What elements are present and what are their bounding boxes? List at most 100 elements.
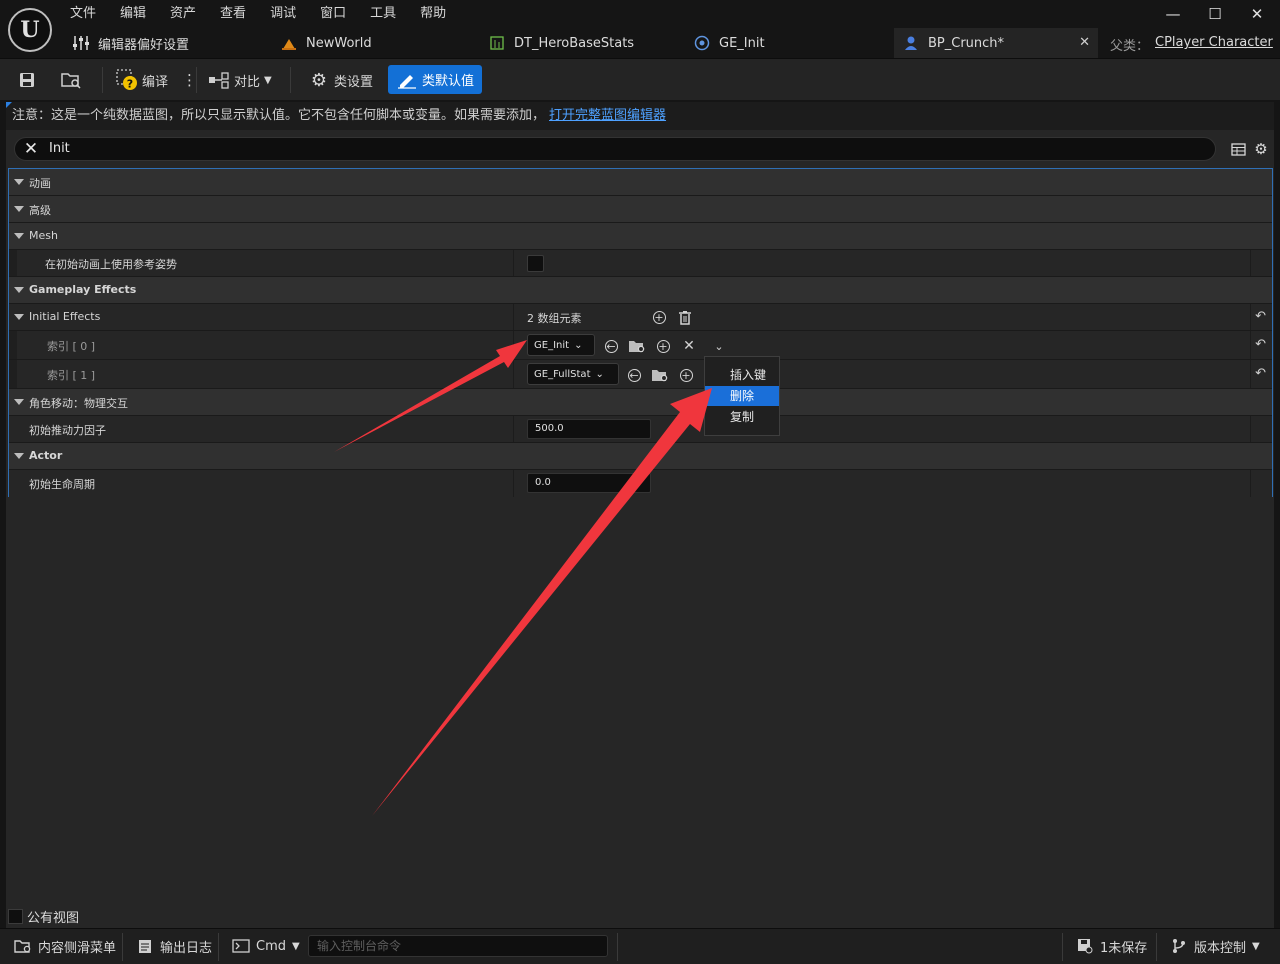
status-divider	[218, 933, 219, 961]
tab-datatable[interactable]: DT_HeroBaseStats	[488, 28, 634, 58]
tab-label: GE_Init	[719, 35, 765, 51]
character-blueprint-icon	[902, 34, 920, 52]
tab-editor-preferences[interactable]: 编辑器偏好设置	[72, 28, 189, 58]
category-character-movement[interactable]: 角色移动：物理交互	[9, 389, 1272, 416]
expand-arrow-icon	[14, 179, 24, 185]
unsaved-button[interactable]: 1未保存	[1074, 929, 1147, 963]
array-count: 2 数组元素	[527, 312, 582, 325]
category-animation[interactable]: 动画	[9, 169, 1272, 196]
more-options-icon[interactable]: ⋮	[182, 71, 197, 89]
datatable-icon	[488, 34, 506, 52]
asset-picker-ge-fullstat[interactable]: GE_FullStat ⌄	[527, 363, 619, 385]
source-control-button[interactable]: 版本控制 ▼	[1168, 929, 1260, 963]
maximize-button[interactable]: ☐	[1194, 0, 1236, 28]
browse-asset-icon[interactable]	[628, 337, 646, 355]
indent-bar	[9, 331, 17, 359]
content-drawer-button[interactable]: 内容侧滑菜单	[12, 929, 116, 963]
chevron-down-icon: ⌄	[595, 368, 604, 380]
parent-class-label: 父类：	[1110, 39, 1150, 54]
menu-tools[interactable]: 工具	[358, 0, 408, 28]
asset-picker-ge-init[interactable]: GE_Init ⌄	[527, 334, 595, 356]
tab-label: DT_HeroBaseStats	[514, 35, 635, 51]
unsaved-icon	[1074, 935, 1096, 957]
category-gameplay-effects[interactable]: Gameplay Effects	[9, 277, 1272, 304]
category-mesh[interactable]: Mesh	[9, 223, 1272, 250]
main-menu: 文件 编辑 资产 查看 调试 窗口 工具 帮助	[58, 0, 458, 28]
menu-debug[interactable]: 调试	[258, 0, 308, 28]
add-element-icon[interactable]: +	[677, 366, 695, 384]
ref-pose-checkbox[interactable]	[527, 255, 544, 272]
minimize-button[interactable]: —	[1152, 0, 1194, 28]
column-divider	[513, 416, 514, 442]
trash-icon[interactable]	[676, 308, 694, 326]
status-divider	[1156, 933, 1157, 961]
menu-window[interactable]: 窗口	[308, 0, 358, 28]
menu-item-delete[interactable]: 删除	[705, 386, 779, 406]
class-settings-label: 类设置	[334, 74, 374, 90]
index-label: 索引 [ 0 ]	[47, 340, 96, 353]
class-defaults-button[interactable]: 类默认值	[388, 65, 483, 94]
reset-to-default-icon[interactable]: ↶	[1255, 366, 1266, 381]
class-settings-button[interactable]: ⚙ 类设置	[308, 65, 373, 95]
category-actor[interactable]: Actor	[9, 443, 1272, 470]
diff-button[interactable]: 对比 ▼	[208, 65, 272, 95]
category-label: 角色移动：物理交互	[29, 397, 128, 410]
cmd-selector[interactable]: Cmd ▼	[230, 929, 300, 963]
gear-icon[interactable]: ⚙	[1251, 139, 1271, 159]
array-element-0: 索引 [ 0 ] GE_Init ⌄ ← + ✕ ⌄ ↶	[9, 331, 1272, 360]
category-label: 高级	[29, 204, 51, 217]
property-initial-effects: Initial Effects 2 数组元素 + ↶	[9, 304, 1272, 331]
public-view-checkbox[interactable]	[8, 908, 23, 924]
expand-arrow-icon[interactable]	[14, 314, 24, 320]
gameplay-effect-icon	[693, 34, 711, 52]
property-lifespan: 初始生命周期 0.0	[9, 470, 1272, 497]
add-element-icon[interactable]: +	[654, 337, 672, 355]
category-label: 动画	[29, 177, 51, 190]
output-log-icon	[134, 935, 156, 957]
index-label: 索引 [ 1 ]	[47, 369, 96, 382]
close-icon[interactable]: ✕	[1079, 35, 1090, 50]
unreal-logo[interactable]: U	[8, 8, 52, 52]
close-icon[interactable]: ✕	[21, 138, 41, 160]
chevron-down-icon[interactable]: ⌄	[710, 337, 728, 355]
lifespan-input[interactable]: 0.0	[527, 473, 651, 493]
tab-bp-crunch[interactable]: BP_Crunch* ✕	[894, 28, 1098, 58]
public-view-toggle[interactable]: 公有视图	[8, 907, 79, 926]
unsaved-label: 1未保存	[1100, 940, 1148, 956]
menu-view[interactable]: 查看	[208, 0, 258, 28]
asset-picker-value: GE_Init	[534, 339, 570, 351]
indent-bar	[9, 360, 17, 388]
menu-help[interactable]: 帮助	[408, 0, 458, 28]
use-selected-icon[interactable]: ←	[625, 366, 643, 384]
compile-button[interactable]: ? 编译 ⋮	[116, 65, 197, 95]
push-factor-input[interactable]: 500.0	[527, 419, 651, 439]
save-button[interactable]	[16, 65, 42, 95]
chevron-down-icon: ▼	[292, 940, 300, 952]
clear-icon[interactable]: ✕	[680, 337, 698, 355]
menu-asset[interactable]: 资产	[158, 0, 208, 28]
open-full-editor-link[interactable]: 打开完整蓝图编辑器	[549, 108, 666, 123]
close-window-button[interactable]: ✕	[1236, 0, 1278, 28]
search-row: ✕ Init ⚙	[6, 132, 1274, 166]
console-input[interactable]: 输入控制台命令	[308, 935, 608, 957]
parent-class-link[interactable]: CPlayer Character	[1155, 35, 1273, 50]
title-bar: U 文件 编辑 资产 查看 调试 窗口 工具 帮助 — ☐ ✕ 编辑器偏好设置 …	[0, 0, 1280, 60]
terminal-icon	[230, 935, 252, 957]
menu-item-insert[interactable]: 插入键	[705, 365, 779, 385]
table-view-icon[interactable]	[1228, 139, 1248, 159]
add-element-icon[interactable]: +	[650, 308, 668, 326]
tab-ge-init[interactable]: GE_Init	[693, 28, 765, 58]
column-divider	[1250, 304, 1251, 330]
reset-to-default-icon[interactable]: ↶	[1255, 309, 1266, 324]
menu-item-duplicate[interactable]: 复制	[705, 407, 779, 427]
tab-newworld[interactable]: NewWorld	[280, 28, 372, 58]
browse-asset-icon[interactable]	[651, 366, 669, 384]
category-advanced[interactable]: 高级	[9, 196, 1272, 223]
browse-button[interactable]	[60, 65, 86, 95]
menu-file[interactable]: 文件	[58, 0, 108, 28]
reset-to-default-icon[interactable]: ↶	[1255, 337, 1266, 352]
menu-edit[interactable]: 编辑	[108, 0, 158, 28]
output-log-button[interactable]: 输出日志	[134, 929, 212, 963]
search-input[interactable]: ✕ Init	[14, 137, 1216, 161]
use-selected-icon[interactable]: ←	[602, 337, 620, 355]
